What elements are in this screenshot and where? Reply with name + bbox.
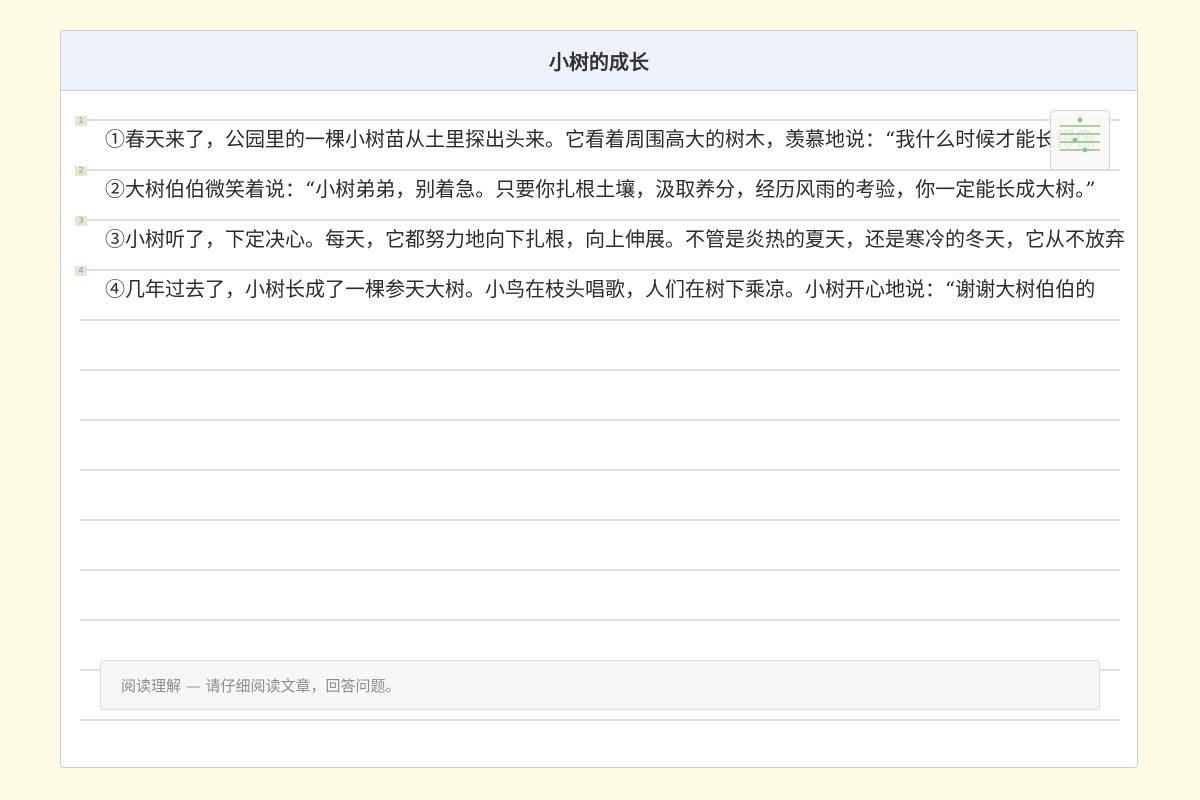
- paragraph-text: ①春天来了，公园里的一棵小树苗从土里探出头来。它看着周围高大的树木，羡慕地说：“…: [105, 127, 1096, 151]
- ruled-line: [80, 319, 1120, 321]
- instruction-box: 阅读理解 — 请仔细阅读文章，回答问题。: [100, 660, 1100, 710]
- ruled-line: [80, 419, 1120, 421]
- ruled-line: [80, 619, 1120, 621]
- paragraph: 2 ②大树伯伯微笑着说：“小树弟弟，别着急。只要你扎根土壤，汲取养分，经历风雨的…: [61, 165, 1137, 215]
- paragraph-number: 1: [75, 116, 87, 126]
- card-header: 小树的成长: [61, 31, 1137, 91]
- paragraph: 1 ①春天来了，公园里的一棵小树苗从土里探出头来。它看着周围高大的树木，羡慕地说…: [61, 115, 1137, 165]
- paragraph: 4 ④几年过去了，小树长成了一棵参天大树。小鸟在枝头唱歌，人们在树下乘凉。小树开…: [61, 265, 1137, 315]
- paragraph-text: ④几年过去了，小树长成了一棵参天大树。小鸟在枝头唱歌，人们在树下乘凉。小树开心地…: [105, 277, 1096, 301]
- paragraph-text: ③小树听了，下定决心。每天，它都努力地向下扎根，向上伸展。不管是炎热的夏天，还是…: [105, 227, 1125, 251]
- paragraph-number: 4: [75, 266, 87, 276]
- instruction-text: 阅读理解 — 请仔细阅读文章，回答问题。: [121, 676, 401, 695]
- paragraph-number: 2: [75, 166, 87, 176]
- reading-card: 小树的成长 1 ①春天来了，公园里的一棵小树苗从土里探出头来。它看着周围高大的树…: [60, 30, 1138, 768]
- ruled-line: [80, 569, 1120, 571]
- divide-icon: [1060, 117, 1100, 153]
- ruled-line: [80, 519, 1120, 521]
- ruled-line: [80, 719, 1120, 721]
- floating-tool-button[interactable]: [1050, 110, 1110, 170]
- page-title: 小树的成长: [549, 50, 649, 74]
- ruled-line: [80, 369, 1120, 371]
- paragraph-number: 3: [75, 216, 87, 226]
- paragraph: 3 ③小树听了，下定决心。每天，它都努力地向下扎根，向上伸展。不管是炎热的夏天，…: [61, 215, 1137, 265]
- paragraph-text: ②大树伯伯微笑着说：“小树弟弟，别着急。只要你扎根土壤，汲取养分，经历风雨的考验…: [105, 177, 1096, 201]
- ruled-line: [80, 469, 1120, 471]
